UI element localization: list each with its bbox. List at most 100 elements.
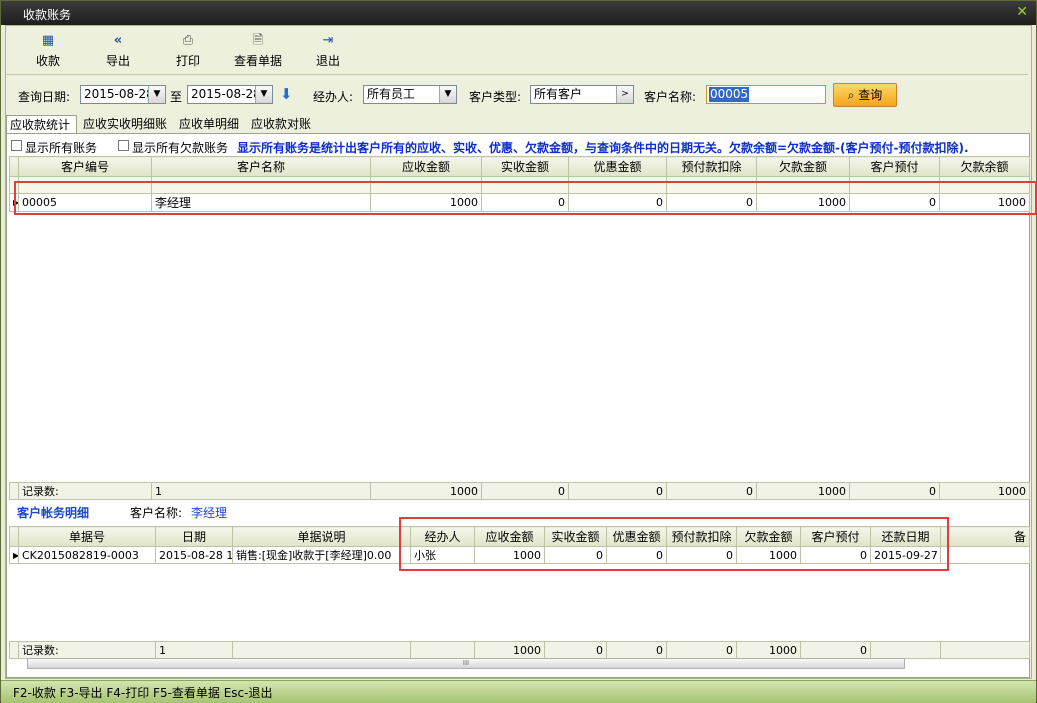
show-all-checkbox[interactable]: [11, 140, 22, 151]
cell[interactable]: [940, 546, 1030, 564]
customer-name-value: 00005: [709, 87, 750, 102]
to-label: 至: [170, 90, 183, 104]
chevron-down-icon[interactable]: ▼: [255, 86, 272, 103]
printer-icon: ⎙: [182, 33, 194, 48]
status-bar: F2-收款 F3-导出 F4-打印 F5-查看单据 Esc-退出: [1, 680, 1036, 703]
detail-customer-name: 李经理: [191, 506, 228, 520]
document-search-icon: 🗎: [252, 33, 264, 48]
row-indicator-header: [9, 526, 19, 547]
col-header[interactable]: 单据号: [18, 526, 156, 547]
window-title: 收款账务: [23, 8, 72, 22]
view-document-button[interactable]: 🗎 查看单据: [228, 34, 288, 72]
exit-door-icon: ⇥: [322, 33, 334, 48]
record-count-label: 记录数:: [18, 482, 152, 500]
toolbar: ▦ 收款 « 导出 ⎙ 打印 🗎 查看单据 ⇥ 退出: [6, 28, 1026, 72]
collect-button[interactable]: ▦ 收款: [18, 34, 78, 72]
total-cell: 0: [666, 641, 737, 659]
date-to-picker[interactable]: 2015-08-28 ▼: [187, 85, 273, 104]
current-row-indicator-icon: ▶: [9, 546, 19, 564]
record-count-value: 1: [155, 641, 233, 659]
query-button-label: 查询: [858, 88, 883, 102]
cell[interactable]: 销售:[现金]收款于[李经理]0.00: [232, 546, 411, 564]
col-header[interactable]: 应收金额: [370, 156, 482, 177]
summary-footer: 记录数: 1 1000 0 0 0 1000 0 1000: [9, 482, 1030, 500]
highlight-box: [399, 517, 949, 571]
collect-label: 收款: [35, 54, 60, 68]
info-note: 显示所有账务是统计出客户所有的应收、实收、优惠、欠款金额，与查询条件中的日期无关…: [237, 141, 969, 155]
customer-type-select[interactable]: 所有客户 >: [530, 85, 634, 104]
title-bar[interactable]: 收款账务 ✕: [1, 1, 1036, 25]
row-indicator: [9, 641, 19, 659]
exit-label: 退出: [315, 54, 340, 68]
col-header[interactable]: 优惠金额: [568, 156, 667, 177]
highlight-box: [14, 181, 1037, 215]
calendar-icon: ▦: [41, 33, 55, 48]
col-header[interactable]: 欠款余额: [939, 156, 1030, 177]
col-header[interactable]: 客户名称: [151, 156, 371, 177]
show-debt-checkbox[interactable]: [118, 140, 129, 151]
close-icon[interactable]: ✕: [1016, 4, 1028, 20]
shortcut-hints: F2-收款 F3-导出 F4-打印 F5-查看单据 Esc-退出: [13, 686, 273, 700]
handler-select[interactable]: 所有员工 ▼: [363, 85, 457, 104]
window: 收款账务 ✕ ▦ 收款 « 导出 ⎙ 打印 🗎 查看单据 ⇥ 退出 查询日期: …: [0, 0, 1037, 703]
tab-receivable-stats[interactable]: 应收款统计: [6, 115, 77, 133]
col-header[interactable]: 客户预付: [849, 156, 940, 177]
total-cell: 0: [800, 641, 871, 659]
row-indicator-header: [9, 156, 19, 177]
total-cell: 0: [666, 482, 757, 500]
horizontal-scrollbar[interactable]: III: [27, 658, 905, 669]
total-cell: 1000: [939, 482, 1030, 500]
detail-customer-label: 客户名称:: [130, 506, 183, 520]
total-cell: 0: [568, 482, 667, 500]
print-button[interactable]: ⎙ 打印: [158, 34, 218, 72]
total-cell: [870, 641, 941, 659]
chevron-down-icon[interactable]: ▼: [148, 86, 165, 103]
show-all-label: 显示所有账务: [25, 141, 98, 155]
search-icon: ⌕: [847, 88, 855, 102]
export-button[interactable]: « 导出: [88, 34, 148, 72]
tab-receivable-bill-detail[interactable]: 应收单明细: [176, 115, 254, 133]
col-header[interactable]: 日期: [155, 526, 233, 547]
col-header[interactable]: 客户编号: [18, 156, 152, 177]
record-count-label: 记录数:: [18, 641, 156, 659]
total-cell: 0: [849, 482, 940, 500]
arrow-down-icon[interactable]: ⬇: [280, 85, 293, 103]
chevron-right-icon[interactable]: >: [616, 86, 633, 103]
view-document-label: 查看单据: [233, 54, 282, 68]
tab-receivable-detail-ledger[interactable]: 应收实收明细账: [80, 115, 182, 133]
col-header[interactable]: 备: [940, 526, 1030, 547]
print-label: 打印: [175, 54, 200, 68]
date-to-value: 2015-08-28: [191, 87, 261, 101]
handler-value: 所有员工: [367, 87, 416, 101]
date-from-value: 2015-08-28: [84, 87, 154, 101]
date-from-picker[interactable]: 2015-08-28 ▼: [80, 85, 166, 104]
total-cell: [940, 641, 1030, 659]
scrollbar-thumb[interactable]: III: [28, 659, 904, 668]
col-header[interactable]: 实收金额: [481, 156, 569, 177]
total-cell: 0: [606, 641, 667, 659]
cell[interactable]: 2015-08-28 14: [155, 546, 233, 564]
total-cell: 0: [481, 482, 569, 500]
chevron-down-icon[interactable]: ▼: [439, 86, 456, 103]
total-cell: 1000: [370, 482, 482, 500]
query-bar: 查询日期: 2015-08-28 ▼ 至 2015-08-28 ▼ ⬇ 经办人:…: [6, 81, 1028, 109]
tab-receivable-reconcile[interactable]: 应收款对账: [248, 115, 326, 133]
query-button[interactable]: ⌕ 查询: [833, 83, 897, 107]
double-left-arrow-icon: «: [113, 33, 123, 48]
col-header[interactable]: 预付款扣除: [666, 156, 757, 177]
col-header[interactable]: 欠款金额: [756, 156, 850, 177]
detail-title: 客户帐务明细: [17, 506, 90, 520]
cell[interactable]: CK2015082819-0003: [18, 546, 156, 564]
footer-row: 记录数: 1 1000 0 0 0 1000 0: [9, 641, 1030, 659]
handler-label: 经办人:: [313, 90, 354, 104]
total-cell: [232, 641, 411, 659]
summary-header-row: 客户编号 客户名称 应收金额 实收金额 优惠金额 预付款扣除 欠款金额 客户预付…: [9, 156, 1030, 177]
exit-button[interactable]: ⇥ 退出: [298, 34, 358, 72]
col-header[interactable]: 单据说明: [232, 526, 411, 547]
total-cell: 1000: [756, 482, 850, 500]
customer-type-label: 客户类型:: [469, 90, 522, 104]
show-debt-label: 显示所有欠款账务: [132, 141, 229, 155]
row-indicator: [9, 482, 19, 500]
customer-name-input[interactable]: 00005: [706, 85, 826, 104]
customer-type-value: 所有客户: [534, 87, 583, 101]
